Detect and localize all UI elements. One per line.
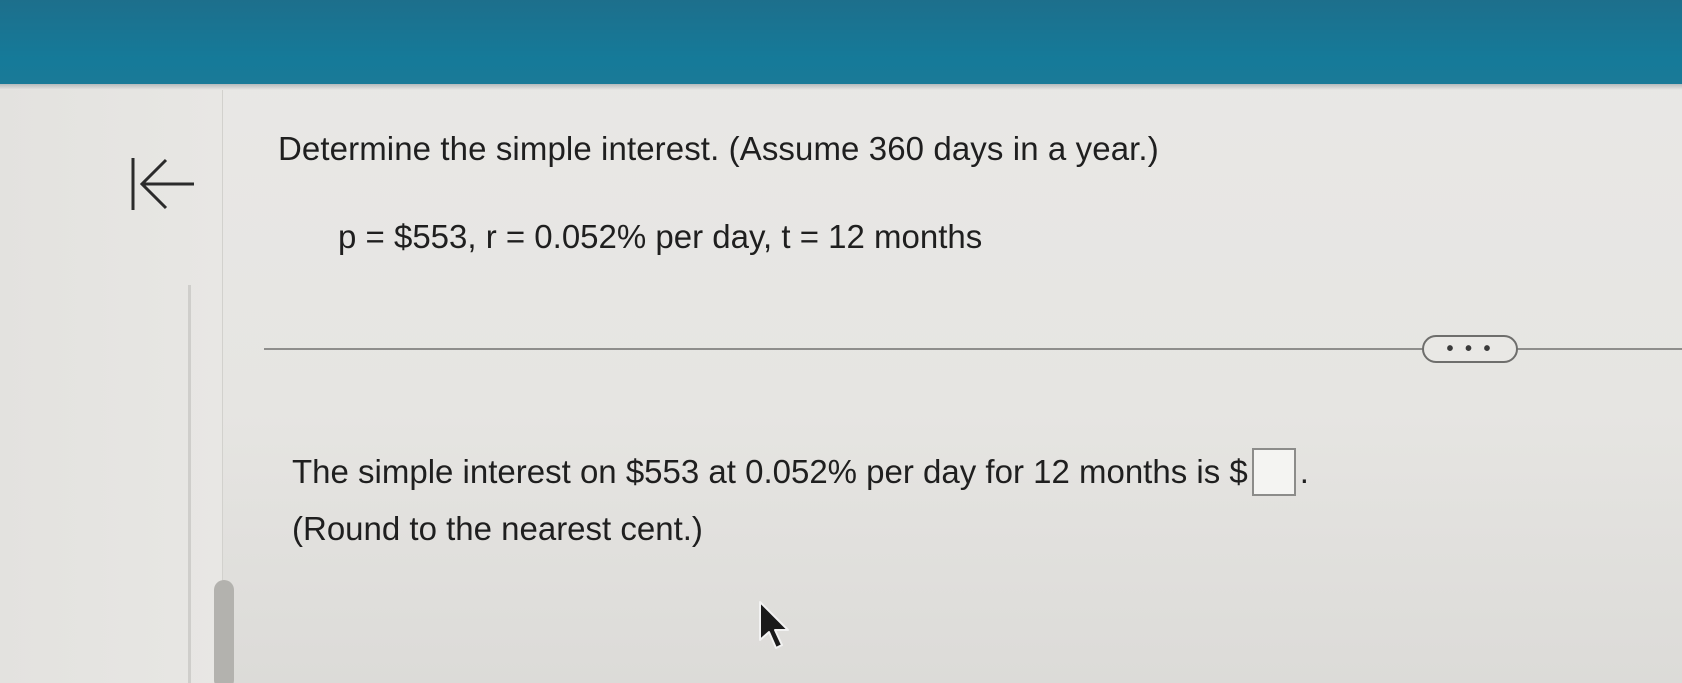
left-rail [188,285,191,683]
rounding-note: (Round to the nearest cent.) [292,510,703,547]
given-values: p = $553, r = 0.052% per day, t = 12 mon… [338,218,983,255]
answer-input-box[interactable] [1251,448,1296,496]
page: Determine the simple interest. (Assume 3… [0,0,1682,683]
question-title: Determine the simple interest. (Assume 3… [278,130,1159,167]
question-content: Determine the simple interest. (Assume 3… [222,90,1682,683]
mouse-pointer-icon [759,601,789,649]
answer-suffix: . [1299,453,1309,490]
answer-line: The simple interest on $553 at 0.052% pe… [292,448,1309,496]
collapse-left-icon[interactable] [128,152,198,216]
more-options-button[interactable]: • • • [1422,335,1518,363]
top-bar [0,0,1682,84]
answer-prompt: The simple interest on $553 at 0.052% pe… [292,453,1248,490]
